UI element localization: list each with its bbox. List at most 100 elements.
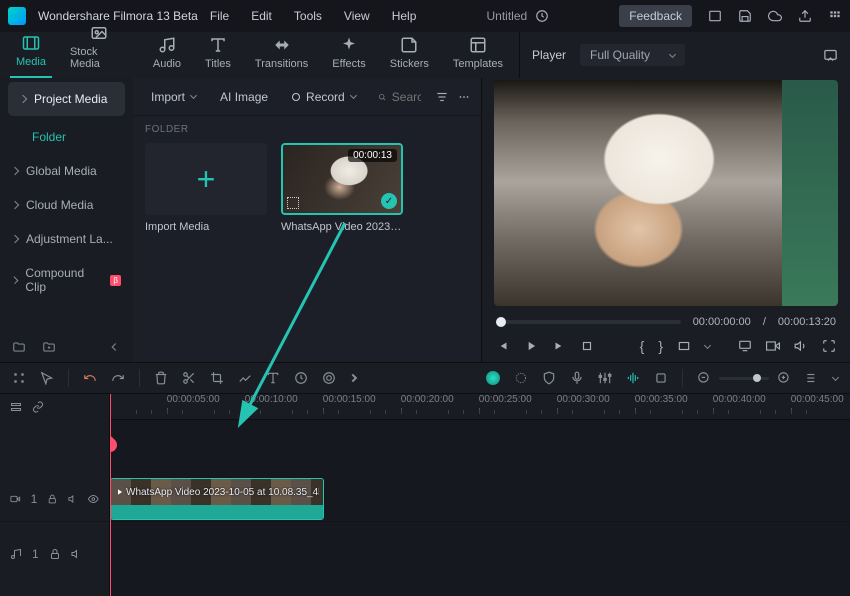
export-icon[interactable] bbox=[798, 9, 812, 23]
zoom-out-icon[interactable] bbox=[697, 371, 711, 385]
track-manage-icon[interactable] bbox=[10, 401, 22, 413]
next-frame-icon[interactable] bbox=[552, 339, 566, 353]
prev-frame-icon[interactable] bbox=[496, 339, 510, 353]
project-title[interactable]: Untitled bbox=[487, 9, 528, 23]
mute-icon[interactable] bbox=[71, 548, 83, 560]
render-status-icon[interactable] bbox=[486, 371, 500, 385]
speed-ramp-icon[interactable] bbox=[238, 371, 252, 385]
duration-badge: 00:00:13 bbox=[348, 149, 397, 162]
play-icon[interactable] bbox=[524, 339, 538, 353]
stop-icon[interactable] bbox=[580, 339, 594, 353]
sidebar-folder[interactable]: Folder bbox=[0, 120, 133, 154]
collapse-sidebar-icon[interactable] bbox=[107, 340, 121, 354]
menu-help[interactable]: Help bbox=[392, 9, 417, 23]
sticker-icon bbox=[400, 36, 418, 54]
chevron-down-icon[interactable] bbox=[832, 373, 839, 380]
tab-audio[interactable]: Audio bbox=[147, 32, 187, 78]
search-box[interactable] bbox=[372, 86, 427, 108]
ai-image-button[interactable]: AI Image bbox=[212, 86, 276, 108]
speed-icon[interactable] bbox=[294, 371, 308, 385]
ruler-tick: 00:00:35:00 bbox=[635, 394, 688, 405]
lock-icon[interactable] bbox=[49, 548, 61, 560]
redo-icon[interactable] bbox=[111, 371, 125, 385]
visible-icon[interactable] bbox=[88, 493, 99, 505]
tab-stock-media[interactable]: Stock Media bbox=[64, 20, 135, 78]
menu-edit[interactable]: Edit bbox=[251, 9, 272, 23]
filter-icon[interactable] bbox=[435, 90, 449, 104]
zoom-thumb[interactable] bbox=[753, 374, 761, 382]
import-button[interactable]: Import bbox=[143, 86, 204, 108]
lock-icon[interactable] bbox=[47, 493, 58, 505]
zoom-slider[interactable] bbox=[719, 377, 769, 380]
preview-window[interactable] bbox=[494, 80, 838, 306]
save-icon[interactable] bbox=[738, 9, 752, 23]
sidebar-cloud-media[interactable]: Cloud Media bbox=[0, 188, 133, 222]
sidebar-global-media[interactable]: Global Media bbox=[0, 154, 133, 188]
mute-icon[interactable] bbox=[68, 493, 79, 505]
plus-icon: + bbox=[197, 161, 216, 198]
import-media-card[interactable]: + Import Media bbox=[145, 143, 267, 233]
more-tools-icon[interactable] bbox=[349, 374, 357, 382]
aspect-icon[interactable] bbox=[677, 339, 691, 353]
shield-icon[interactable] bbox=[542, 371, 556, 385]
video-track-header[interactable]: 1 bbox=[0, 476, 109, 522]
ruler-tick: 00:00:15:00 bbox=[323, 394, 376, 405]
apps-icon[interactable] bbox=[828, 9, 842, 23]
chevron-down-icon bbox=[190, 92, 197, 99]
mark-in-icon[interactable]: { bbox=[640, 338, 645, 354]
scrubber[interactable] bbox=[496, 320, 681, 324]
tab-media[interactable]: Media bbox=[10, 30, 52, 78]
folder-icon[interactable] bbox=[12, 340, 26, 354]
snapshot-icon[interactable] bbox=[823, 48, 838, 63]
scrubber-thumb[interactable] bbox=[496, 317, 506, 327]
tab-templates[interactable]: Templates bbox=[447, 32, 509, 78]
link-icon[interactable] bbox=[32, 401, 44, 413]
tab-stickers[interactable]: Stickers bbox=[384, 32, 435, 78]
chevron-down-icon[interactable] bbox=[704, 341, 711, 348]
feedback-button[interactable]: Feedback bbox=[619, 5, 692, 27]
video-track-1[interactable]: WhatsApp Video 2023-10-05 at 10.08.35_4b… bbox=[110, 476, 850, 522]
color-icon[interactable] bbox=[322, 371, 336, 385]
volume-icon[interactable] bbox=[794, 339, 808, 353]
text-edit-icon[interactable] bbox=[266, 371, 280, 385]
auto-beat-icon[interactable] bbox=[626, 371, 640, 385]
ruler[interactable]: 00:00:05:0000:00:10:0000:00:15:0000:00:2… bbox=[110, 394, 850, 420]
marker-icon[interactable] bbox=[654, 371, 668, 385]
voiceover-icon[interactable] bbox=[570, 371, 584, 385]
display-icon[interactable] bbox=[738, 339, 752, 353]
enhancement-icon[interactable] bbox=[514, 371, 528, 385]
fullscreen-icon[interactable] bbox=[822, 339, 836, 353]
new-folder-icon[interactable] bbox=[42, 340, 56, 354]
menu-view[interactable]: View bbox=[344, 9, 370, 23]
timeline-clip[interactable]: WhatsApp Video 2023-10-05 at 10.08.35_4b… bbox=[110, 478, 324, 520]
player-controls: { } bbox=[494, 334, 838, 358]
menu-tools[interactable]: Tools bbox=[294, 9, 322, 23]
mixer-icon[interactable] bbox=[598, 371, 612, 385]
split-icon[interactable] bbox=[182, 371, 196, 385]
sidebar-project-media[interactable]: Project Media bbox=[8, 82, 125, 116]
more-icon[interactable] bbox=[457, 90, 471, 104]
track-options-icon[interactable] bbox=[805, 371, 819, 385]
audio-track-num: 1 bbox=[32, 547, 39, 561]
menu-file[interactable]: File bbox=[210, 9, 229, 23]
tab-transitions[interactable]: Transitions bbox=[249, 32, 314, 78]
cloud-icon[interactable] bbox=[768, 9, 782, 23]
pointer-icon[interactable] bbox=[40, 371, 54, 385]
zoom-in-icon[interactable] bbox=[777, 371, 791, 385]
quality-select[interactable]: Full Quality bbox=[580, 44, 685, 66]
search-input[interactable] bbox=[392, 90, 421, 104]
camera-icon[interactable] bbox=[766, 339, 780, 353]
tab-effects[interactable]: Effects bbox=[326, 32, 371, 78]
mark-out-icon[interactable]: } bbox=[658, 338, 663, 354]
undo-icon[interactable] bbox=[83, 371, 97, 385]
delete-icon[interactable] bbox=[154, 371, 168, 385]
sidebar-adjustment-layer[interactable]: Adjustment La... bbox=[0, 222, 133, 256]
crop-icon[interactable] bbox=[210, 371, 224, 385]
record-button[interactable]: Record bbox=[284, 86, 364, 108]
layout-icon[interactable] bbox=[708, 9, 722, 23]
audio-track-header[interactable]: 1 bbox=[0, 540, 109, 568]
magnet-icon[interactable] bbox=[12, 371, 26, 385]
sidebar-compound-clip[interactable]: Compound Clip β bbox=[0, 256, 133, 304]
video-clip-card[interactable]: 00:00:13 ✓ WhatsApp Video 2023-10-05... bbox=[281, 143, 403, 233]
tab-titles[interactable]: Titles bbox=[199, 32, 237, 78]
